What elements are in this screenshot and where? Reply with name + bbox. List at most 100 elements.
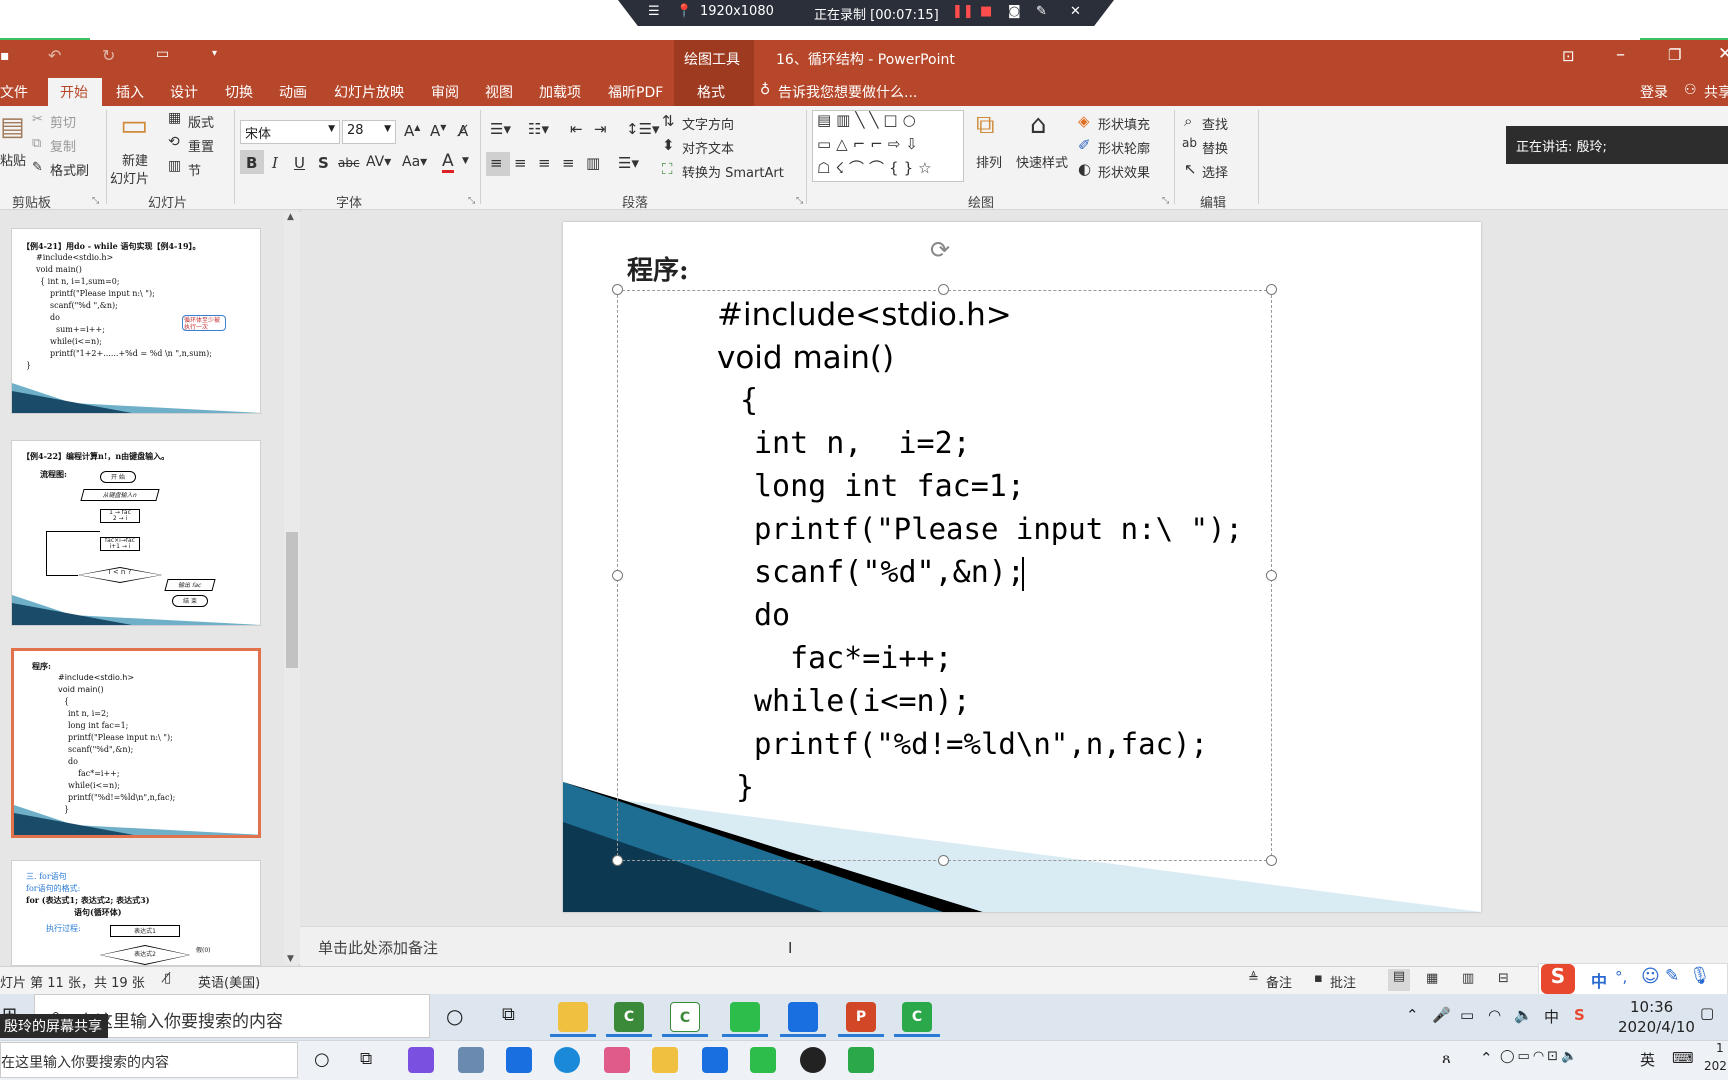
format-painter-button[interactable]: 格式刷	[50, 160, 89, 179]
volume-icon[interactable]: 🔈	[1514, 1006, 1533, 1024]
tell-me-box[interactable]: 告诉我您想要做什么...	[778, 82, 917, 102]
notes-pane[interactable]: 单击此处添加备注 I	[300, 926, 1728, 966]
line-spacing-icon[interactable]: ↕☰▾	[626, 120, 660, 138]
resize-handle[interactable]	[612, 284, 623, 295]
tab-slideshow[interactable]: 幻灯片放映	[334, 82, 404, 102]
keyboard-icon[interactable]: ⌨	[1672, 1049, 1694, 1067]
tab-review[interactable]: 审阅	[431, 82, 459, 102]
tab-file[interactable]: 文件	[0, 82, 28, 102]
wechat-icon[interactable]	[730, 1002, 760, 1032]
battery-icon[interactable]: ▭	[1460, 1006, 1474, 1024]
select-button[interactable]: 选择	[1202, 162, 1228, 181]
grow-font-icon[interactable]: A▲	[404, 122, 420, 140]
increase-indent-icon[interactable]: ⇥	[594, 120, 607, 138]
resize-handle[interactable]	[1266, 855, 1277, 866]
task-view-icon[interactable]: ⧉	[502, 1004, 515, 1025]
user-icon[interactable]: ⚇	[1684, 82, 1697, 98]
notification-icon[interactable]: ▢	[1700, 1004, 1714, 1022]
minimize-icon[interactable]: –	[1616, 44, 1625, 65]
align-right-icon[interactable]: ≡	[538, 154, 551, 172]
tab-animations[interactable]: 动画	[279, 82, 307, 102]
resize-handle[interactable]	[612, 855, 623, 866]
tab-foxit-pdf[interactable]: 福昕PDF	[608, 82, 663, 102]
pen-icon[interactable]: ✎	[1036, 4, 1047, 19]
app-icon[interactable]	[408, 1047, 434, 1073]
clock-time-2[interactable]: 1	[1716, 1041, 1724, 1055]
login-link[interactable]: 登录	[1640, 82, 1668, 102]
sogou-icon[interactable]: S	[1541, 964, 1575, 994]
shape-outline-button[interactable]: 形状轮廓	[1098, 138, 1150, 157]
replace-button[interactable]: 替换	[1202, 138, 1228, 157]
rotate-handle-icon[interactable]: ⟳	[930, 236, 950, 264]
find-button[interactable]: 查找	[1202, 114, 1228, 133]
c-app-icon[interactable]: C	[902, 1002, 932, 1032]
quick-styles-icon[interactable]: ⌂	[1030, 110, 1047, 140]
copy-button[interactable]: 复制	[50, 136, 76, 155]
cut-button[interactable]: 剪切	[50, 112, 76, 131]
network-icon[interactable]: ◠	[1488, 1006, 1501, 1024]
shadow-icon[interactable]: S	[318, 154, 329, 172]
powerpoint-icon[interactable]: P	[846, 1002, 876, 1032]
scroll-down-icon[interactable]: ▼	[287, 954, 294, 964]
font-name-select[interactable]: 宋体 ▼	[240, 120, 340, 144]
sogou-tray-icon[interactable]: S	[1574, 1006, 1585, 1024]
new-slide-icon[interactable]: ▭	[120, 108, 148, 143]
new-slide-label[interactable]: 新建	[122, 150, 148, 169]
dialog-launcher-icon[interactable]: ⤡	[92, 196, 99, 206]
paste-icon[interactable]: ▤	[0, 112, 25, 142]
arrange-button[interactable]: 排列	[976, 152, 1002, 171]
tab-transitions[interactable]: 切换	[225, 82, 253, 102]
stop-icon[interactable]: ■	[980, 4, 992, 19]
slide-thumbnail-selected[interactable]: 程序: #include<stdio.h> void main() { int …	[11, 648, 261, 838]
bullets-icon[interactable]: ☰▾	[490, 120, 511, 138]
dialog-launcher-icon[interactable]: ⤡	[1162, 196, 1169, 206]
chevron-down-icon[interactable]: ▼	[462, 156, 469, 166]
customize-icon[interactable]: ▾	[212, 48, 217, 59]
redo-icon[interactable]: ↻	[102, 46, 115, 65]
c-app-icon[interactable]	[848, 1047, 874, 1073]
record-icon[interactable]	[800, 1047, 826, 1073]
align-center-icon[interactable]: ≡	[514, 154, 527, 172]
clock-date-2[interactable]: 202	[1704, 1059, 1727, 1073]
slide-sorter-icon[interactable]: ▦	[1426, 971, 1438, 986]
clock-time[interactable]: 10:36	[1630, 998, 1673, 1016]
tray-chevron-icon[interactable]: ⌃	[1480, 1049, 1493, 1067]
align-text-button[interactable]: 对齐文本	[682, 138, 734, 157]
ribbon-display-icon[interactable]: ⊡	[1562, 47, 1575, 65]
justify-icon[interactable]: ≡	[562, 154, 575, 172]
cortana-icon[interactable]: ○	[314, 1049, 330, 1070]
tab-home[interactable]: 开始	[48, 78, 102, 106]
people-icon[interactable]: ጸ	[1442, 1049, 1451, 1067]
tab-format[interactable]: 格式	[697, 82, 725, 102]
distributed-icon[interactable]: ▥	[586, 154, 600, 172]
underline-icon[interactable]: U	[294, 154, 305, 172]
cortana-icon[interactable]: ○	[446, 1004, 463, 1028]
codeblocks-icon[interactable]: C	[614, 1002, 644, 1032]
tencent-meeting-icon[interactable]	[702, 1047, 728, 1073]
shape-fill-button[interactable]: 形状填充	[1098, 114, 1150, 133]
resize-handle[interactable]	[1266, 570, 1277, 581]
tab-design[interactable]: 设计	[170, 82, 198, 102]
normal-view-icon[interactable]: ▤	[1388, 969, 1410, 991]
columns-icon[interactable]: ☰▾	[618, 154, 639, 172]
font-size-select[interactable]: 28 ▼	[342, 120, 396, 144]
share-button[interactable]: 共享	[1704, 82, 1728, 102]
ime-mode[interactable]: 中	[1591, 968, 1607, 992]
slide-thumbnail[interactable]: 【例4-22】编程计算n!，n由键盘输入。 流程图: 开 始 从键盘输入n 1 …	[11, 440, 261, 626]
clock-date[interactable]: 2020/4/10	[1618, 1018, 1695, 1036]
punctuation-icon[interactable]: °,	[1615, 968, 1627, 986]
smartart-button[interactable]: 转换为 SmartArt	[682, 162, 784, 181]
tray-icons[interactable]: ◯▭◠⊡🔈	[1500, 1049, 1580, 1064]
resize-handle[interactable]	[612, 570, 623, 581]
task-view-icon[interactable]: ⧉	[360, 1049, 372, 1069]
align-left-icon[interactable]: ≡	[490, 154, 503, 172]
arrange-icon[interactable]: ⧉	[976, 110, 995, 141]
camera-icon[interactable]: ◙	[1008, 4, 1021, 19]
comments-toggle[interactable]: 批注	[1330, 972, 1356, 991]
file-explorer-icon[interactable]	[558, 1002, 588, 1032]
code-textbox[interactable]: #include<stdio.h> void main() { int n, i…	[617, 290, 1272, 861]
close-window-icon[interactable]: ✕	[1718, 44, 1728, 64]
ime-tray-icon[interactable]: 中	[1544, 1006, 1559, 1027]
numbering-icon[interactable]: ☷▾	[528, 120, 549, 138]
menu-icon[interactable]: ☰	[648, 4, 660, 19]
